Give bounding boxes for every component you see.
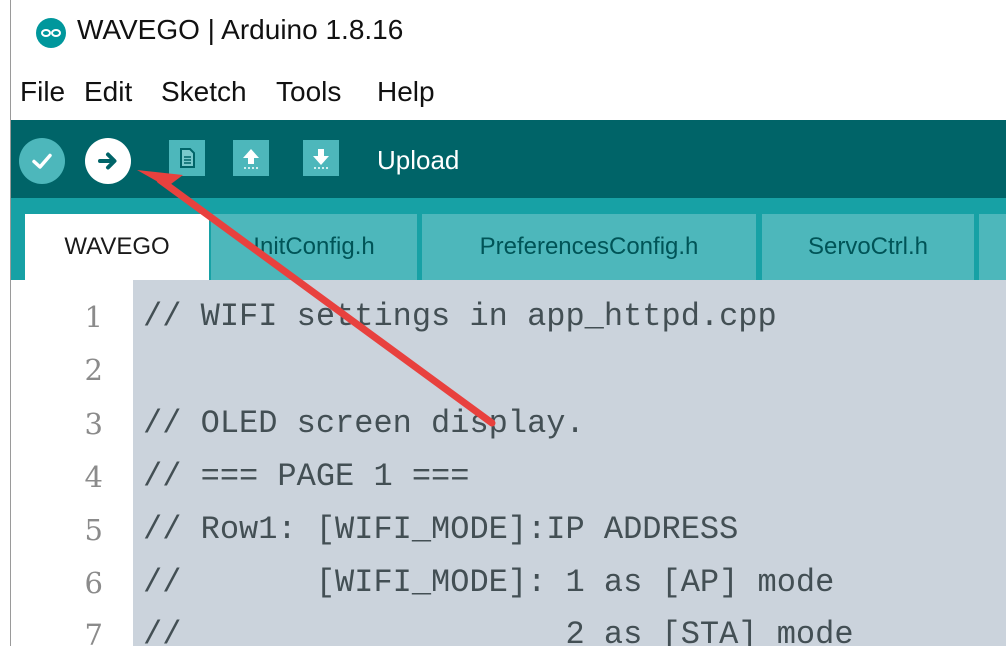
code-line[interactable]: // === PAGE 1 ===	[143, 458, 469, 495]
line-number: 6	[84, 566, 103, 600]
tab-more[interactable]	[979, 214, 1006, 280]
arduino-logo-icon	[36, 18, 66, 48]
tab-bar: WAVEGO InitConfig.h PreferencesConfig.h …	[11, 198, 1006, 280]
code-line[interactable]: // [WIFI_MODE]: 1 as [AP] mode	[143, 564, 834, 601]
line-number: 4	[84, 460, 103, 494]
upload-button[interactable]	[85, 138, 131, 184]
new-file-icon	[169, 140, 205, 176]
menu-bar: File Edit Sketch Tools Help	[11, 64, 1006, 120]
save-sketch-button[interactable]	[303, 140, 339, 176]
line-number: 7	[84, 618, 103, 646]
line-number: 3	[84, 407, 103, 441]
menu-tools[interactable]: Tools	[276, 76, 341, 108]
code-line[interactable]: // WIFI settings in app_httpd.cpp	[143, 298, 777, 335]
open-sketch-button[interactable]	[233, 140, 269, 176]
menu-edit[interactable]: Edit	[84, 76, 132, 108]
line-number: 1	[84, 300, 103, 334]
tab-preferencesconfig[interactable]: PreferencesConfig.h	[422, 214, 756, 280]
arrow-up-icon	[233, 140, 269, 176]
arrow-right-icon	[85, 138, 131, 184]
verify-button[interactable]	[19, 138, 65, 184]
code-line[interactable]: // 2 as [STA] mode	[143, 616, 854, 646]
arrow-down-icon	[303, 140, 339, 176]
code-line[interactable]: // OLED screen display.	[143, 405, 585, 442]
line-number: 2	[84, 353, 103, 387]
menu-sketch[interactable]: Sketch	[161, 76, 247, 108]
code-line[interactable]: // Row1: [WIFI_MODE]:IP ADDRESS	[143, 511, 738, 548]
checkmark-icon	[19, 138, 65, 184]
new-sketch-button[interactable]	[169, 140, 205, 176]
code-editor[interactable]: 1 // WIFI settings in app_httpd.cpp 2 3 …	[11, 280, 1006, 646]
line-number: 5	[84, 513, 103, 547]
title-bar: WAVEGO | Arduino 1.8.16	[11, 0, 1006, 64]
tab-initconfig[interactable]: InitConfig.h	[211, 214, 417, 280]
menu-file[interactable]: File	[20, 76, 65, 108]
menu-help[interactable]: Help	[377, 76, 435, 108]
toolbar: Upload	[11, 120, 1006, 198]
toolbar-hover-label: Upload	[377, 145, 460, 175]
tab-servoctrl[interactable]: ServoCtrl.h	[762, 214, 974, 280]
window-title: WAVEGO | Arduino 1.8.16	[77, 14, 404, 45]
tab-wavego[interactable]: WAVEGO	[25, 214, 209, 280]
